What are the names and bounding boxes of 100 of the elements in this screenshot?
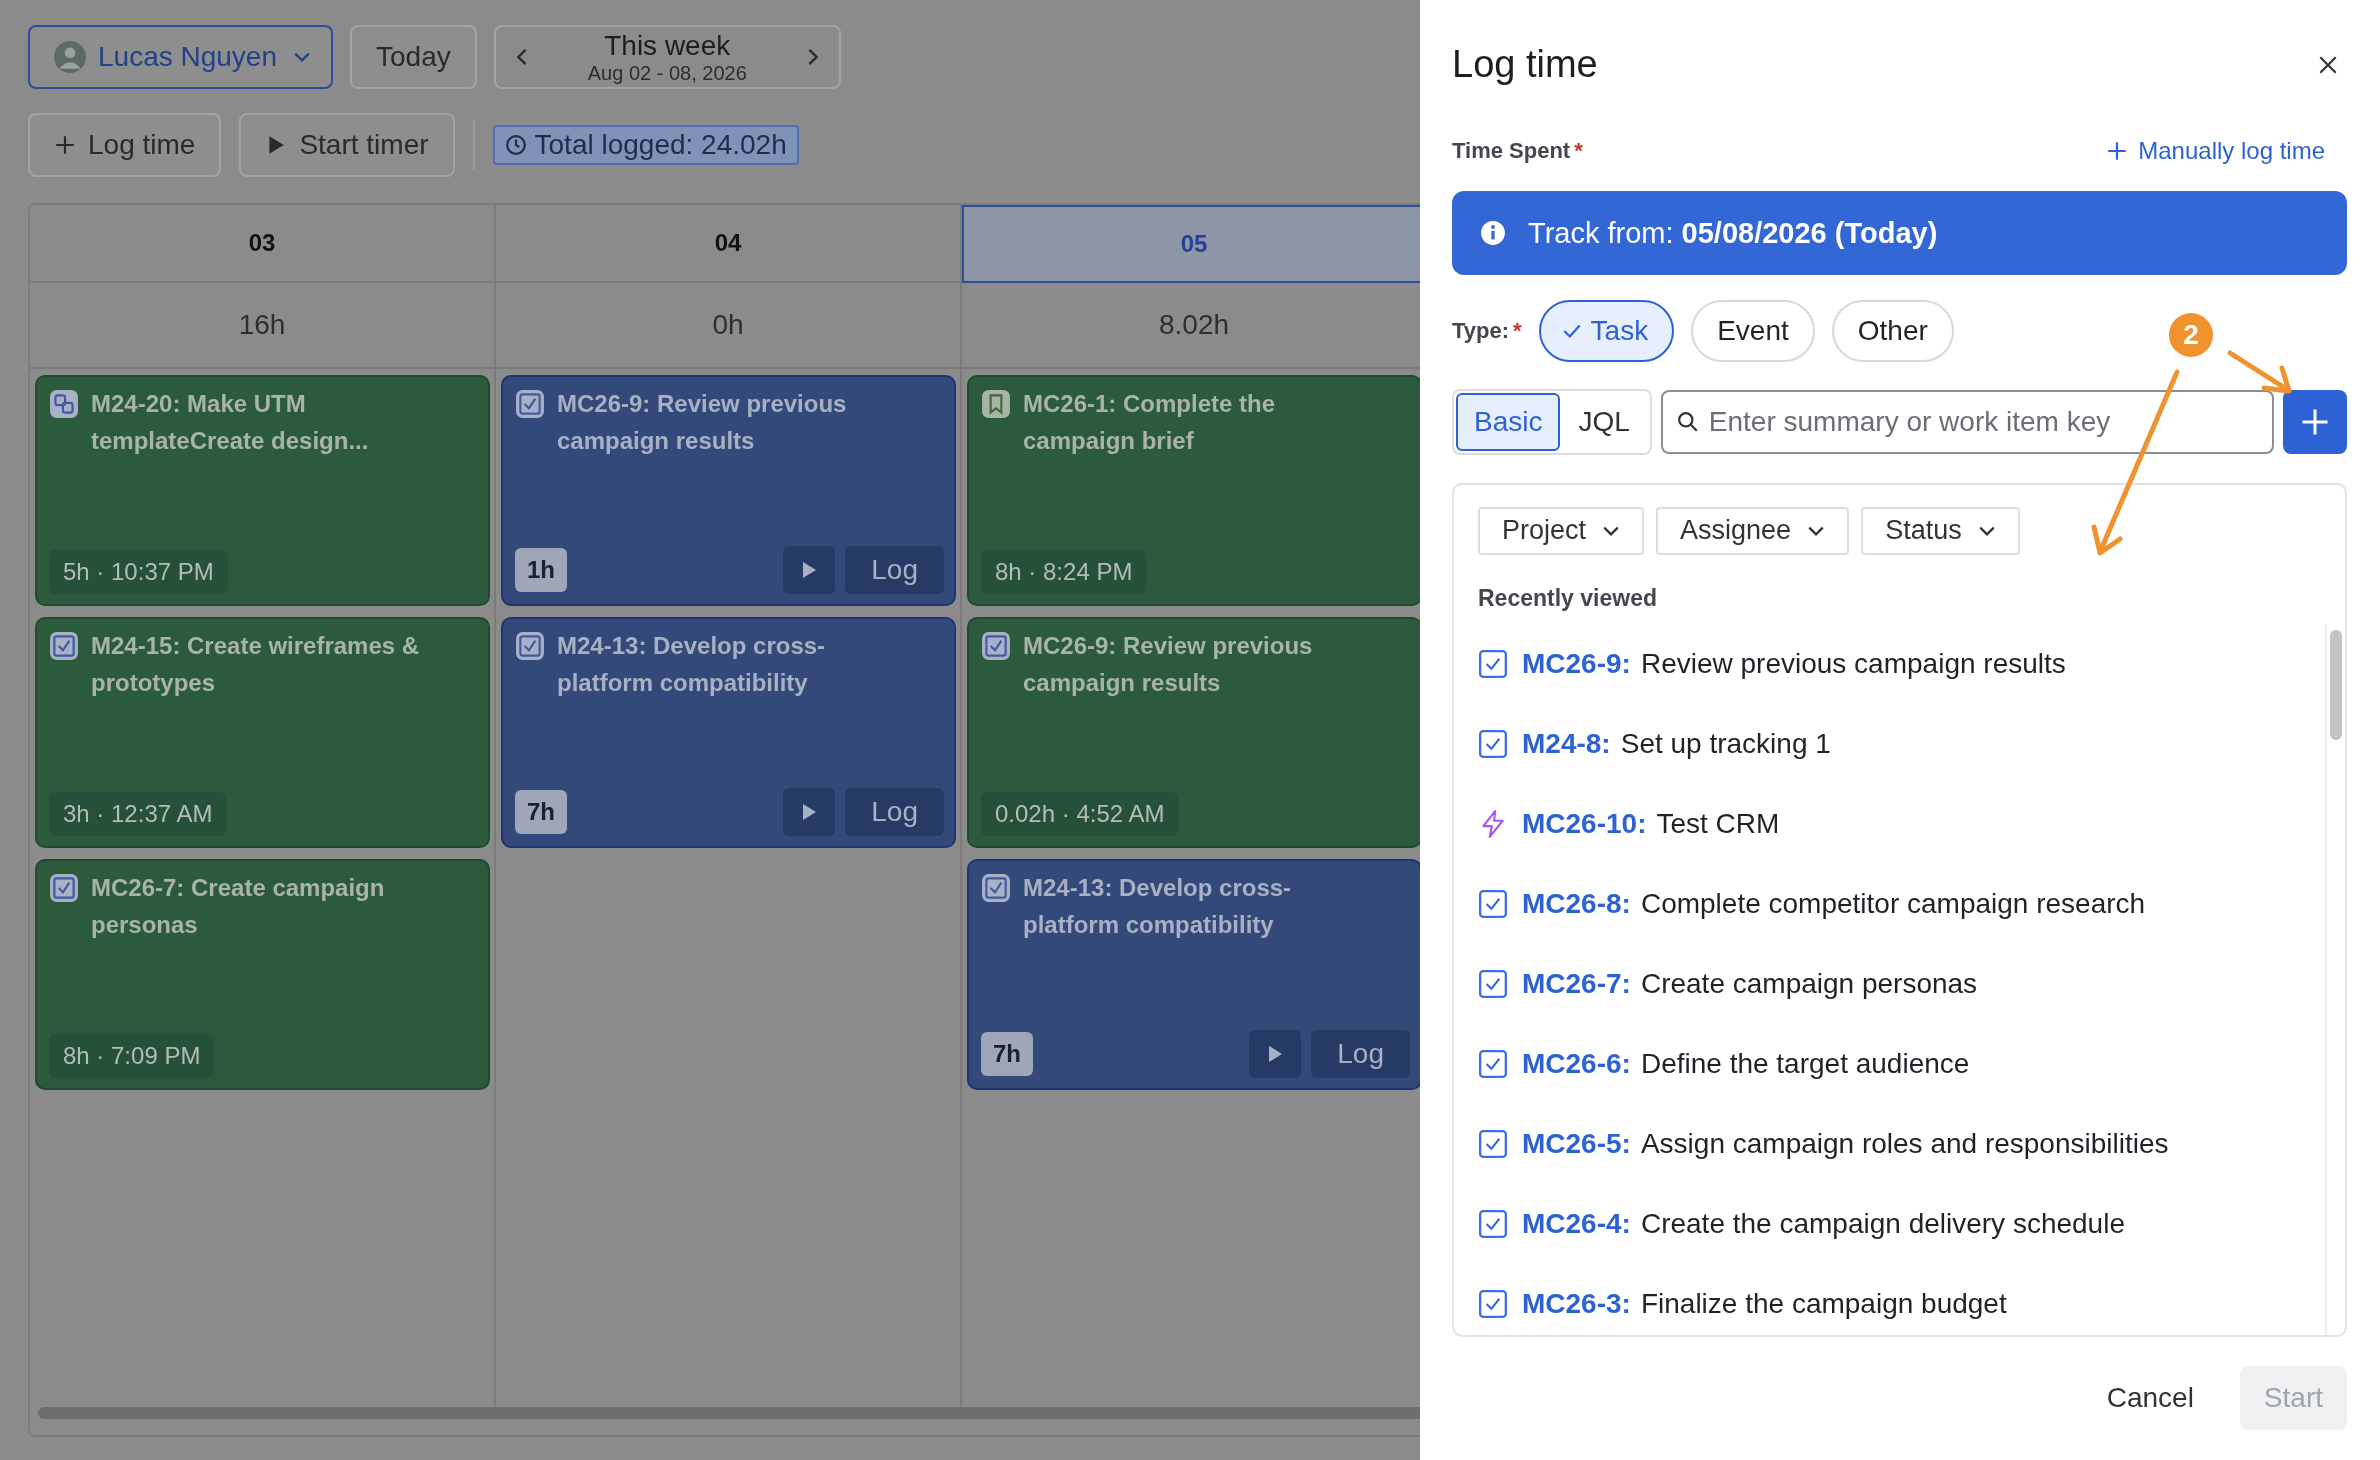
item-key[interactable]: MC26-9: (1522, 647, 1631, 680)
item-title[interactable]: Assign campaign roles and responsibilities (1640, 1127, 2169, 1160)
checkbox-icon (1478, 1208, 1508, 1239)
scrollbar[interactable] (38, 1407, 1420, 1419)
section-heading: Recently viewed (1478, 584, 1658, 612)
info-icon (1480, 220, 1506, 247)
log-button[interactable]: Log (845, 788, 944, 836)
item-title[interactable]: Finalize the campaign budget (1640, 1287, 2007, 1320)
item-title[interactable]: Set up tracking 1 (1620, 727, 1831, 760)
checkbox-icon (515, 389, 545, 419)
week-range: Aug 02 - 08, 2026 (587, 61, 747, 85)
day-total: 0h (496, 283, 960, 369)
type-chip[interactable]: Other (1831, 299, 1954, 362)
time-entry-card[interactable]: M24-15: Create wireframes & prototypes 3h · 12:37 AM (35, 617, 490, 848)
checkbox-icon (981, 873, 1011, 903)
log-time-button[interactable]: Log time (28, 113, 222, 177)
time-entry-card[interactable]: M24-13: Develop cross-platform compatibility 7h Log (501, 617, 956, 848)
checkbox-icon (1478, 968, 1508, 999)
item-key[interactable]: MC26-10: (1522, 807, 1647, 840)
item-key[interactable]: MC26-5: (1522, 1127, 1631, 1160)
plus-icon (2106, 140, 2129, 163)
item-key[interactable]: MC26-3: (1522, 1287, 1631, 1320)
filter-dropdown[interactable]: Status (1861, 506, 2020, 555)
today-button[interactable]: Today (350, 25, 477, 89)
entry-title: MC26-7: Create campaign personas (91, 873, 386, 940)
chevron-down-icon (293, 51, 311, 63)
chevron-down-icon (1602, 524, 1621, 537)
bookmark-icon (981, 389, 1011, 419)
checkbox-icon (1478, 648, 1508, 679)
mode-tab[interactable]: Basic (1456, 392, 1561, 451)
item-title[interactable]: Create campaign personas (1640, 967, 1978, 1000)
filter-dropdown[interactable]: Assignee (1656, 506, 1850, 555)
checkbox-icon (49, 631, 79, 661)
entry-duration: 5h · 10:37 PM (49, 550, 228, 594)
chevron-down-icon (1977, 524, 1996, 537)
field-label: Time Spent (1452, 138, 1571, 165)
time-entry-card[interactable]: MC26-9: Review previous campaign results 0.02h · 4:52 AM (967, 617, 1420, 848)
mode-tab[interactable]: JQL (1560, 392, 1648, 451)
item-title[interactable]: Create the campaign delivery schedule (1640, 1207, 2125, 1240)
search-field[interactable]: Enter summary or work item key (1660, 389, 2274, 454)
item-key[interactable]: MC26-8: (1522, 887, 1631, 920)
clock-icon (504, 134, 527, 156)
checkbox-icon (49, 873, 79, 903)
total-logged-badge: Total logged: 24.02h (492, 125, 799, 165)
entry-title: M24-13: Develop cross-platform compatibility (1023, 873, 1293, 940)
time-entry-card[interactable]: MC26-9: Review previous campaign results 1h Log (501, 375, 956, 606)
filter-dropdown[interactable]: Project (1478, 506, 1645, 555)
cancel-button[interactable]: Cancel (2100, 1381, 2200, 1416)
chevron-down-icon (1807, 524, 1826, 537)
time-entry-card[interactable]: M24-13: Develop cross-platform compatibility 7h Log (967, 859, 1420, 1090)
type-chip[interactable]: Task (1538, 299, 1675, 362)
search-icon (1676, 410, 1699, 433)
previous-icon[interactable] (515, 47, 528, 67)
item-key[interactable]: MC26-4: (1522, 1207, 1631, 1240)
checkbox-icon (1478, 888, 1508, 919)
play-button[interactable] (783, 546, 836, 594)
annotation-badge: 2 (2169, 313, 2213, 357)
required-mark: * (1513, 317, 1522, 344)
item-title[interactable]: Review previous campaign results (1640, 647, 2066, 680)
banner-text: Track from: 05/08/2026 (Today) (1528, 216, 1938, 250)
entry-title: MC26-9: Review previous campaign results (1023, 631, 1314, 698)
item-title[interactable]: Complete competitor campaign research (1640, 887, 2146, 920)
checkbox-icon (1478, 1048, 1508, 1079)
checkbox-icon (515, 631, 545, 661)
entry-title: M24-13: Develop cross-platform compatibility (557, 631, 827, 698)
entry-duration: 3h · 12:37 AM (49, 792, 227, 836)
item-key[interactable]: MC26-7: (1522, 967, 1631, 1000)
play-button[interactable] (1249, 1030, 1302, 1078)
item-title[interactable]: Define the target audience (1640, 1047, 1970, 1080)
drawer-title: Log time (1452, 43, 1598, 87)
user-selector[interactable]: Lucas Nguyen (28, 25, 333, 89)
time-entry-card[interactable]: M24-20: Make UTM templateCreate design... 5h · 10:37 PM (35, 375, 490, 606)
log-button[interactable]: Log (1311, 1030, 1410, 1078)
entry-duration: 0.02h · 4:52 AM (981, 792, 1179, 836)
manual-log-link[interactable]: Manually log time (2106, 137, 2325, 166)
week-title: This week (604, 29, 731, 62)
next-icon[interactable] (806, 47, 819, 67)
entry-title: M24-20: Make UTM templateCreate design... (91, 389, 370, 456)
entry-duration: 7h (515, 790, 567, 834)
time-entry-card[interactable]: MC26-7: Create campaign personas 8h · 7:09 PM (35, 859, 490, 1090)
subtask-icon (49, 389, 79, 419)
entry-title: MC26-9: Review previous campaign results (557, 389, 848, 456)
entry-duration: 8h · 8:24 PM (981, 550, 1147, 594)
item-key[interactable]: M24-8: (1522, 727, 1611, 760)
add-button[interactable] (2283, 389, 2347, 454)
type-label: Type: (1452, 317, 1510, 344)
plus-icon (54, 134, 76, 156)
entry-duration: 7h (981, 1032, 1033, 1076)
start-timer-button[interactable]: Start timer (239, 113, 455, 177)
item-title[interactable]: Test CRM (1656, 807, 1780, 840)
item-key[interactable]: MC26-6: (1522, 1047, 1631, 1080)
time-entry-card[interactable]: MC26-1: Complete the campaign brief 8h · 8:24 PM (967, 375, 1420, 606)
log-button[interactable]: Log (845, 546, 944, 594)
play-button[interactable] (783, 788, 836, 836)
scrollbar[interactable] (2330, 629, 2342, 740)
day-header: 03 (30, 205, 494, 283)
checkbox-icon (1478, 1288, 1508, 1319)
checkbox-icon (981, 631, 1011, 661)
type-chip[interactable]: Event (1691, 299, 1815, 362)
avatar-icon (54, 41, 86, 73)
